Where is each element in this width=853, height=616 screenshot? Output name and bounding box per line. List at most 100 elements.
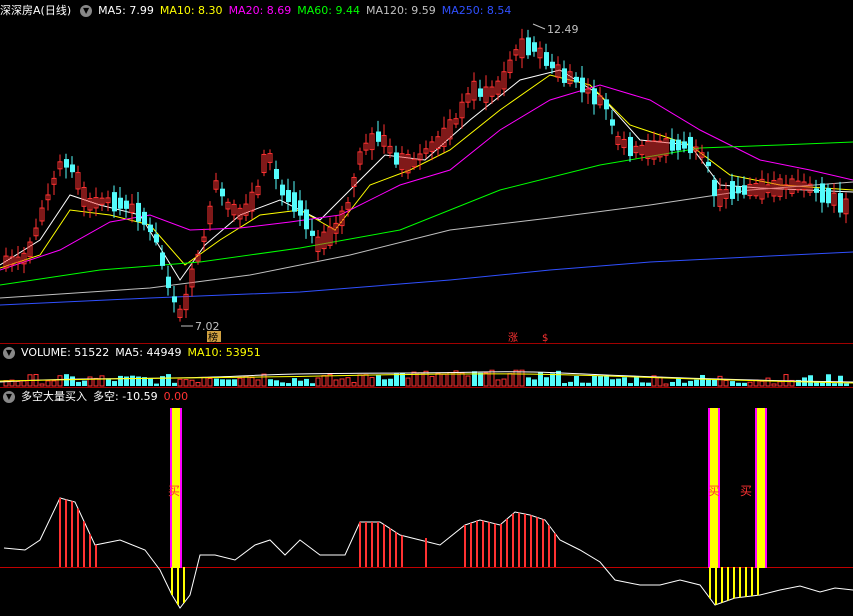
volume-bar [160,376,165,386]
volume-bar [99,375,105,387]
candle-body [166,276,171,288]
volume-bar [333,379,339,387]
moving-average-line [0,181,853,299]
candle-body [172,296,177,303]
candle-body [394,152,399,165]
volume-bar [723,379,729,387]
candle-body [820,183,825,203]
candle-body [628,136,633,157]
candle-body [154,234,159,243]
candle-body [712,179,717,197]
volume-bar [400,373,405,386]
volume-bars [0,369,853,387]
moving-average-line [0,141,853,286]
candle-body [160,252,165,266]
volume-bar [286,383,291,386]
volume-bar [130,375,135,386]
volume-bar [226,379,231,386]
volume-bar [45,380,51,387]
volume-bar [201,376,207,387]
chart-canvas[interactable]: 12.49 7.02 榜 涨 $ 买 买 买 [0,0,853,616]
volume-bar [118,375,123,386]
candle-body [478,88,483,97]
volume-bar [586,382,591,386]
volume-bar [765,377,771,387]
candle-body [826,187,831,204]
candle-body [688,136,693,154]
moving-average-lines [0,69,853,306]
buy-signal-label: 买 [740,484,752,498]
volume-bar [489,369,495,387]
volume-bar [838,375,843,386]
volume-bar [351,382,357,387]
candle-body [676,139,681,151]
candle-body [310,230,315,236]
volume-bar [189,379,195,387]
volume-bar [310,383,315,386]
candle-body [550,61,555,69]
volume-bar [670,381,675,386]
volume-bar [21,380,27,387]
moving-average-line [0,84,853,271]
volume-bar [604,375,609,386]
volume-bar [550,373,555,386]
volume-bar [832,383,837,386]
volume-bar [759,380,765,387]
candle-body [286,190,291,202]
volume-bar [742,382,747,386]
moving-average-line [0,251,853,306]
volume-bar [315,377,321,387]
volume-bar [598,375,603,386]
candle-body [124,200,129,209]
volume-bar [610,379,615,386]
stock-chart-window: 深深房A(日线) ▼ MA5: 7.99 MA10: 8.30 MA20: 8.69 MA… [0,0,853,616]
moving-average-line [0,74,853,269]
candle-body [838,193,843,213]
volume-bar [532,379,537,386]
marker-zhang[interactable]: 涨 [508,332,518,344]
candle-body [544,52,549,66]
volume-bar [640,382,645,386]
volume-bar [495,379,501,387]
volume-bar [220,379,225,386]
volume-bar [622,377,627,386]
volume-bar [183,379,189,387]
candle-body [304,209,309,230]
volume-bar [657,376,663,387]
volume-bar [274,380,279,386]
moving-average-line [0,69,853,281]
volume-bar [777,381,783,387]
marker-dollar[interactable]: $ [542,333,548,344]
candle-body [562,68,567,83]
candle-body [70,164,75,173]
volume-bar [453,370,459,387]
volume-bar [357,374,363,387]
volume-bar [826,374,831,386]
volume-bar [574,376,579,386]
volume-bar [280,382,285,386]
volume-bar [292,378,297,386]
candle-body [64,159,69,168]
volume-bar [339,378,345,387]
candle-body [580,77,585,93]
volume-bar [154,383,159,386]
volume-bar [501,378,507,387]
marker-bang[interactable]: 榜 [208,331,218,344]
candle-body [574,76,579,83]
volume-bar [507,373,513,387]
candle-body [526,37,531,56]
volume-bar [616,378,621,386]
volume-bar [388,378,393,386]
indicator-line [3,497,853,609]
volume-bar [148,378,153,386]
candle-body [376,131,381,142]
volume-bar [363,374,369,387]
candle-body [292,192,297,212]
volume-bar [730,381,735,386]
volume-bar [580,382,585,386]
volume-bar [676,377,681,386]
volume-bar [232,379,237,386]
buy-signal-column-core [757,408,765,568]
volume-bar [478,372,483,386]
indicator-series [3,408,853,609]
